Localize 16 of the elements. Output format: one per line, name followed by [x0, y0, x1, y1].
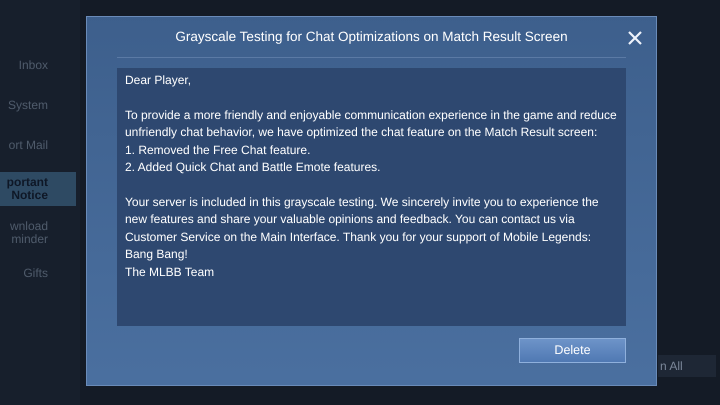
- message-text: Dear Player,: [125, 72, 192, 89]
- sidebar-tab[interactable]: portant Notice: [0, 172, 76, 206]
- dialog-title: Grayscale Testing for Chat Optimizations on Match Result Screen: [175, 28, 568, 46]
- sidebar-tab[interactable]: Inbox: [0, 52, 76, 78]
- sidebar-tab[interactable]: wnload minder: [0, 220, 76, 246]
- message-text: To provide a more friendly and enjoyable communication experience in the game and reduce unfriendly chat behavior, we have optimized the chat feature on the Match Result screen:: [125, 106, 618, 141]
- sidebar-tab[interactable]: Gifts: [0, 260, 76, 286]
- sidebar-tab[interactable]: System: [0, 92, 76, 118]
- message-text: Your server is included in this grayscale testing. We sincerely invite you to experience the new features and share your valuable opinions and feedback. You can contact us via Customer Service on the Main Interface. Thank you for your support of Mobile Legends: Bang Bang!: [125, 194, 600, 263]
- sidebar-tab[interactable]: ort Mail: [0, 132, 76, 158]
- close-icon[interactable]: [628, 31, 642, 45]
- message-text: The MLBB Team: [125, 264, 216, 280]
- message-text: 2. Added Quick Chat and Battle Emote features.: [125, 159, 382, 176]
- background-button[interactable]: n All: [658, 355, 716, 377]
- delete-button[interactable]: Delete: [519, 338, 626, 363]
- message-text: 1. Removed the Free Chat feature.: [125, 142, 312, 158]
